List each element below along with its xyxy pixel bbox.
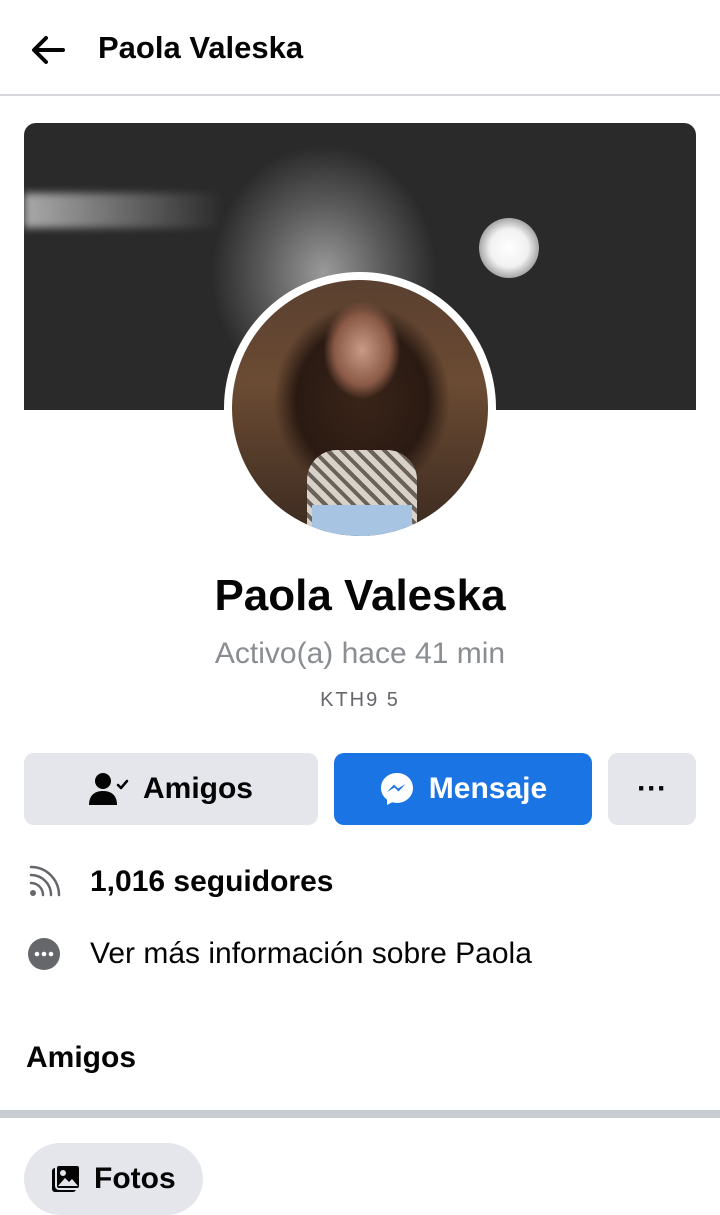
friends-button-label: Amigos (142, 772, 253, 805)
photos-chip-label: Fotos (94, 1162, 176, 1195)
top-app-bar: Paola Valeska (0, 0, 720, 96)
active-status: Activo(a) hace 41 min (214, 637, 506, 670)
more-info-label: Ver más información sobre Paola (90, 937, 532, 970)
friend-check-icon (88, 771, 129, 807)
followers-row[interactable]: 1,016 seguidores (24, 857, 696, 907)
profile-picture-detail (312, 505, 412, 536)
more-info-row[interactable]: Ver más información sobre Paola (24, 929, 696, 979)
cover-photo-lightstick (479, 218, 539, 278)
arrow-left-icon (32, 36, 65, 64)
photos-icon (50, 1163, 82, 1195)
message-button-label: Mensaje (428, 772, 548, 805)
photos-chip[interactable]: Fotos (24, 1143, 203, 1215)
friends-button[interactable]: Amigos (24, 753, 318, 825)
followers-count: 1,016 seguidores (90, 865, 334, 898)
rss-feed-icon (24, 862, 64, 902)
friends-section-title: Amigos (26, 1041, 137, 1074)
profile-name: Paola Valeska (214, 571, 506, 620)
profile-bio: KTH9 5 (320, 689, 400, 711)
header-title: Paola Valeska (98, 30, 304, 65)
more-options-label: ··· (637, 772, 667, 805)
profile-picture[interactable] (232, 280, 488, 536)
message-button[interactable]: Mensaje (334, 753, 592, 825)
more-options-button[interactable]: ··· (608, 753, 696, 825)
more-horizontal-icon (24, 934, 64, 974)
section-divider (0, 1110, 720, 1118)
back-button[interactable] (22, 24, 74, 76)
cover-photo-highlight (24, 193, 224, 228)
messenger-icon (379, 771, 415, 807)
